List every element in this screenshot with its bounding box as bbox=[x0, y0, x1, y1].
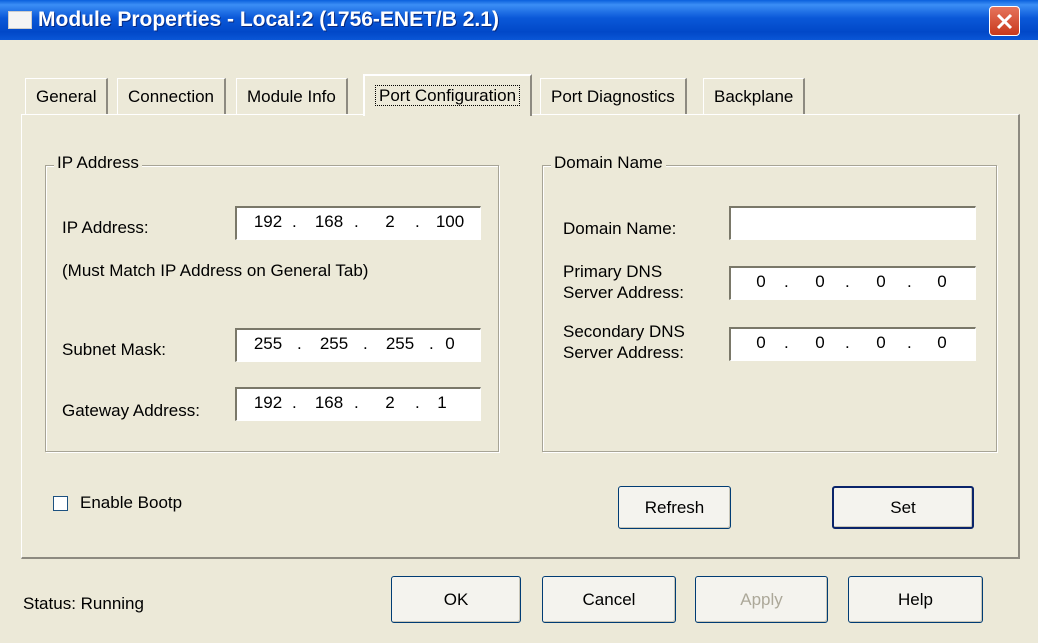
enable-bootp-label[interactable]: Enable Bootp bbox=[80, 493, 182, 513]
ip-octet-2[interactable]: 168 bbox=[304, 212, 354, 232]
primary-dns-octet-3[interactable]: 0 bbox=[856, 272, 906, 292]
status-text: Status: Running bbox=[23, 594, 144, 613]
title-bar[interactable]: Module Properties - Local:2 (1756-ENET/B… bbox=[0, 0, 1038, 40]
ip-dot: . bbox=[845, 333, 850, 352]
domain-name-field[interactable] bbox=[729, 206, 976, 240]
subnet-octet-3[interactable]: 255 bbox=[375, 334, 425, 354]
ip-dot: . bbox=[845, 272, 850, 291]
gateway-address-field[interactable]: 192 . 168 . 2 . 1 bbox=[235, 387, 481, 421]
window-title: Module Properties - Local:2 (1756-ENET/B… bbox=[38, 8, 499, 31]
secondary-dns-label-line1: Secondary DNS bbox=[563, 322, 685, 341]
help-button[interactable]: Help bbox=[848, 576, 983, 623]
ip-dot: . bbox=[784, 272, 789, 291]
ip-address-group-title: IP Address bbox=[54, 153, 142, 173]
primary-dns-octet-4[interactable]: 0 bbox=[917, 272, 967, 292]
ip-octet-4[interactable]: 100 bbox=[425, 212, 475, 232]
window-icon bbox=[8, 11, 32, 29]
primary-dns-label-line1: Primary DNS bbox=[563, 262, 663, 281]
domain-name-label: Domain Name: bbox=[563, 219, 677, 238]
subnet-octet-1[interactable]: 255 bbox=[243, 334, 293, 354]
subnet-mask-label: Subnet Mask: bbox=[62, 340, 166, 359]
subnet-octet-2[interactable]: 255 bbox=[309, 334, 359, 354]
gateway-octet-4[interactable]: 1 bbox=[417, 393, 467, 413]
ip-dot: . bbox=[907, 272, 912, 291]
gateway-octet-3[interactable]: 2 bbox=[365, 393, 415, 413]
ip-address-label: IP Address: bbox=[62, 218, 149, 237]
secondary-dns-octet-2[interactable]: 0 bbox=[795, 333, 845, 353]
ip-dot: . bbox=[363, 334, 368, 353]
domain-name-group-title: Domain Name bbox=[551, 153, 666, 173]
close-icon bbox=[996, 13, 1013, 30]
primary-dns-field[interactable]: 0 . 0 . 0 . 0 bbox=[729, 266, 976, 300]
subnet-mask-field[interactable]: 255 . 255 . 255 . 0 bbox=[235, 328, 481, 362]
cancel-button[interactable]: Cancel bbox=[542, 576, 676, 623]
apply-button[interactable]: Apply bbox=[695, 576, 828, 623]
secondary-dns-field[interactable]: 0 . 0 . 0 . 0 bbox=[729, 327, 976, 361]
secondary-dns-octet-3[interactable]: 0 bbox=[856, 333, 906, 353]
ip-dot: . bbox=[415, 212, 420, 231]
gateway-octet-2[interactable]: 168 bbox=[304, 393, 354, 413]
ip-dot: . bbox=[297, 334, 302, 353]
subnet-octet-4[interactable]: 0 bbox=[425, 334, 475, 354]
ip-dot: . bbox=[292, 393, 297, 412]
secondary-dns-octet-1[interactable]: 0 bbox=[736, 333, 786, 353]
primary-dns-octet-1[interactable]: 0 bbox=[736, 272, 786, 292]
ip-address-field[interactable]: 192 . 168 . 2 . 100 bbox=[235, 206, 481, 240]
ip-dot: . bbox=[907, 333, 912, 352]
close-button[interactable] bbox=[989, 6, 1020, 36]
ip-dot: . bbox=[784, 333, 789, 352]
enable-bootp-checkbox[interactable] bbox=[53, 496, 68, 511]
module-properties-dialog: Module Properties - Local:2 (1756-ENET/B… bbox=[0, 0, 1038, 643]
gateway-address-label: Gateway Address: bbox=[62, 401, 200, 420]
tab-port-diagnostics[interactable]: Port Diagnostics bbox=[540, 78, 687, 114]
tab-port-configuration[interactable]: Port Configuration bbox=[363, 74, 533, 116]
primary-dns-label-line2: Server Address: bbox=[563, 283, 684, 302]
primary-dns-octet-2[interactable]: 0 bbox=[795, 272, 845, 292]
gateway-octet-1[interactable]: 192 bbox=[243, 393, 293, 413]
set-button[interactable]: Set bbox=[832, 486, 974, 529]
ip-note: (Must Match IP Address on General Tab) bbox=[62, 261, 369, 280]
secondary-dns-octet-4[interactable]: 0 bbox=[917, 333, 967, 353]
ip-dot: . bbox=[292, 212, 297, 231]
ip-dot: . bbox=[354, 212, 359, 231]
tab-connection[interactable]: Connection bbox=[117, 78, 227, 114]
ip-octet-1[interactable]: 192 bbox=[243, 212, 293, 232]
refresh-button[interactable]: Refresh bbox=[618, 486, 731, 529]
ok-button[interactable]: OK bbox=[391, 576, 521, 623]
tab-general[interactable]: General bbox=[25, 78, 109, 114]
ip-octet-3[interactable]: 2 bbox=[365, 212, 415, 232]
tab-module-info[interactable]: Module Info bbox=[236, 78, 348, 114]
ip-dot: . bbox=[354, 393, 359, 412]
secondary-dns-label-line2: Server Address: bbox=[563, 343, 684, 362]
tab-backplane[interactable]: Backplane bbox=[703, 78, 806, 114]
